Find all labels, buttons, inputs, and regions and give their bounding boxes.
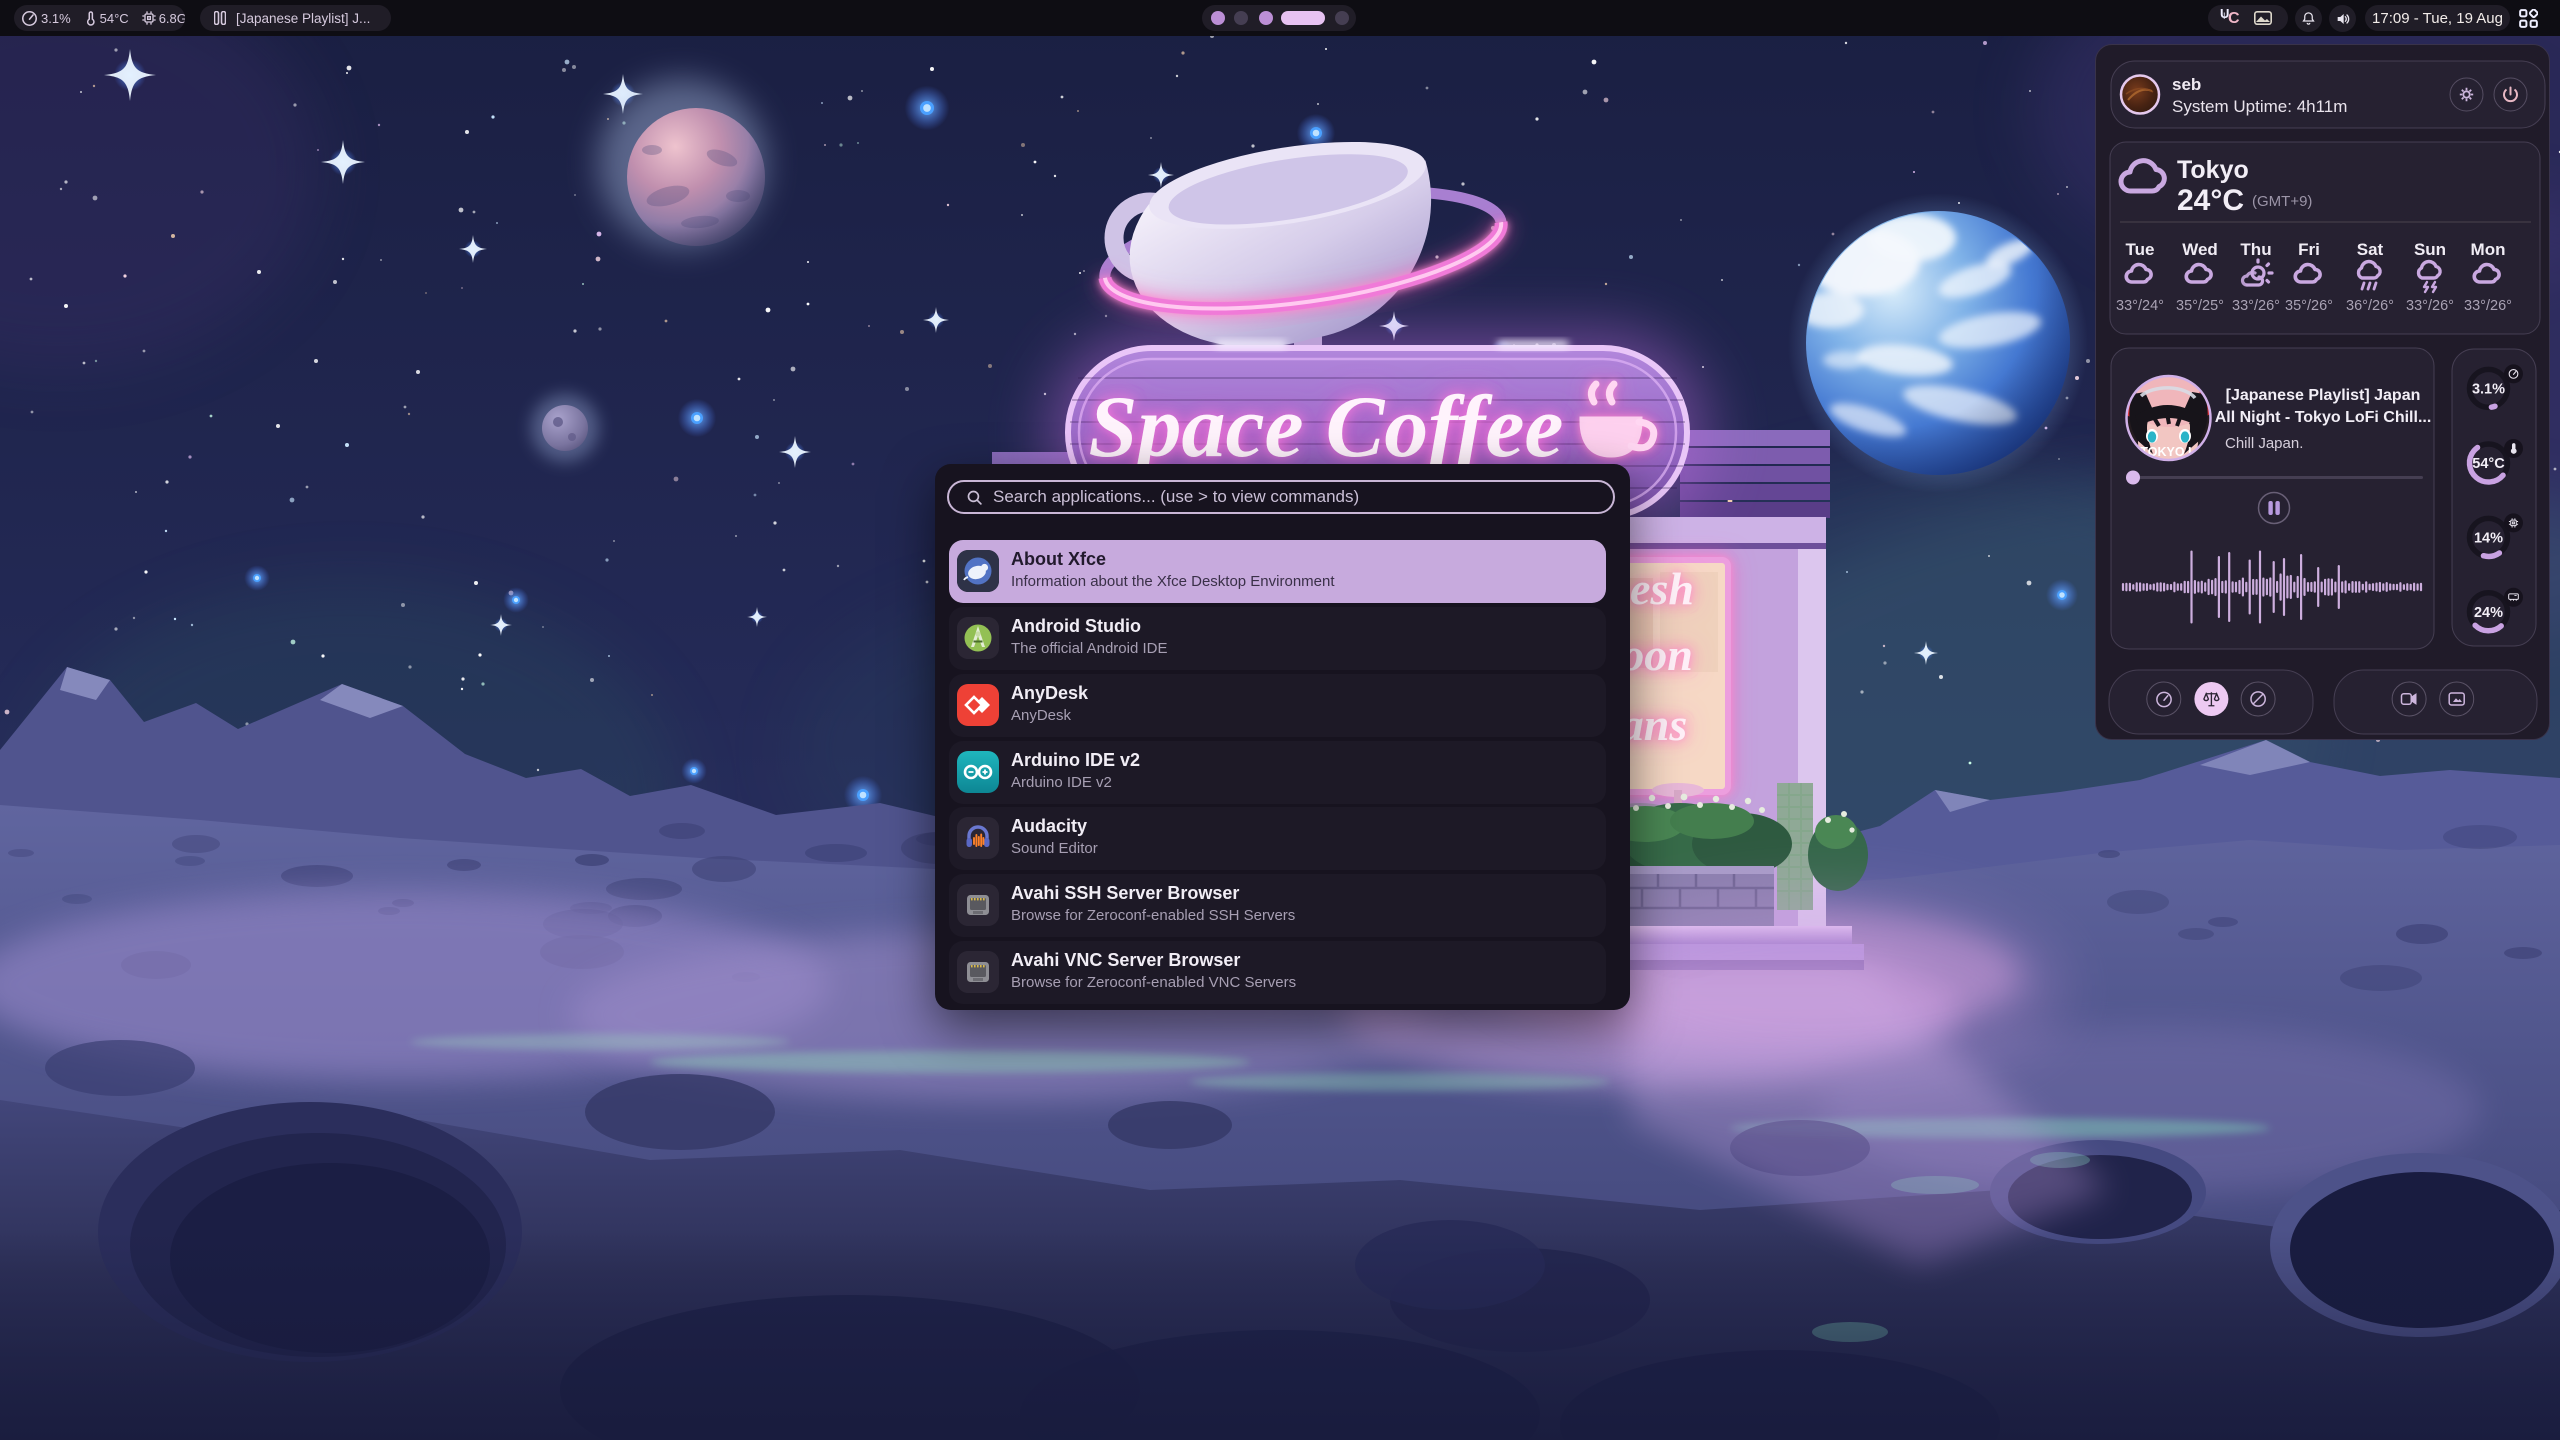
svg-text:Sun: Sun xyxy=(2414,240,2446,259)
svg-text:Thu: Thu xyxy=(2240,240,2271,259)
svg-text:Tue: Tue xyxy=(2126,240,2155,259)
svg-text:(GMT+9): (GMT+9) xyxy=(2252,193,2312,210)
svg-text:Space Coffee: Space Coffee xyxy=(1089,379,1564,476)
svg-text:seb: seb xyxy=(2172,75,2201,94)
svg-text:36°/26°: 36°/26° xyxy=(2346,298,2394,314)
svg-text:33°/26°: 33°/26° xyxy=(2464,298,2512,314)
svg-text:24°C: 24°C xyxy=(2177,184,2244,217)
svg-text:Sat: Sat xyxy=(2357,240,2384,259)
svg-text:14%: 14% xyxy=(2474,530,2503,546)
svg-text:54°C: 54°C xyxy=(2472,456,2505,472)
svg-text:Wed: Wed xyxy=(2182,240,2218,259)
svg-text:33°/24°: 33°/24° xyxy=(2116,298,2164,314)
svg-text:ans: ans xyxy=(1621,699,1687,750)
svg-text:oon: oon xyxy=(1621,629,1693,680)
svg-text:33°/26°: 33°/26° xyxy=(2232,298,2280,314)
svg-text:Mon: Mon xyxy=(2471,240,2506,259)
svg-text:All Night - Tokyo LoFi Chill..: All Night - Tokyo LoFi Chill... xyxy=(2215,409,2432,426)
svg-text:Fri: Fri xyxy=(2298,240,2320,259)
svg-text:24%: 24% xyxy=(2474,605,2503,621)
svg-text:3.1%: 3.1% xyxy=(2472,381,2505,397)
svg-text:33°/26°: 33°/26° xyxy=(2406,298,2454,314)
svg-text:Tokyo: Tokyo xyxy=(2177,156,2249,184)
svg-text:System Uptime: 4h11m: System Uptime: 4h11m xyxy=(2172,97,2347,116)
svg-text:35°/26°: 35°/26° xyxy=(2285,298,2333,314)
svg-text:Chill Japan.: Chill Japan. xyxy=(2225,435,2303,452)
svg-text:esh: esh xyxy=(1630,563,1694,614)
svg-text:[Japanese Playlist] Japan: [Japanese Playlist] Japan xyxy=(2226,387,2421,404)
svg-text:35°/25°: 35°/25° xyxy=(2176,298,2224,314)
